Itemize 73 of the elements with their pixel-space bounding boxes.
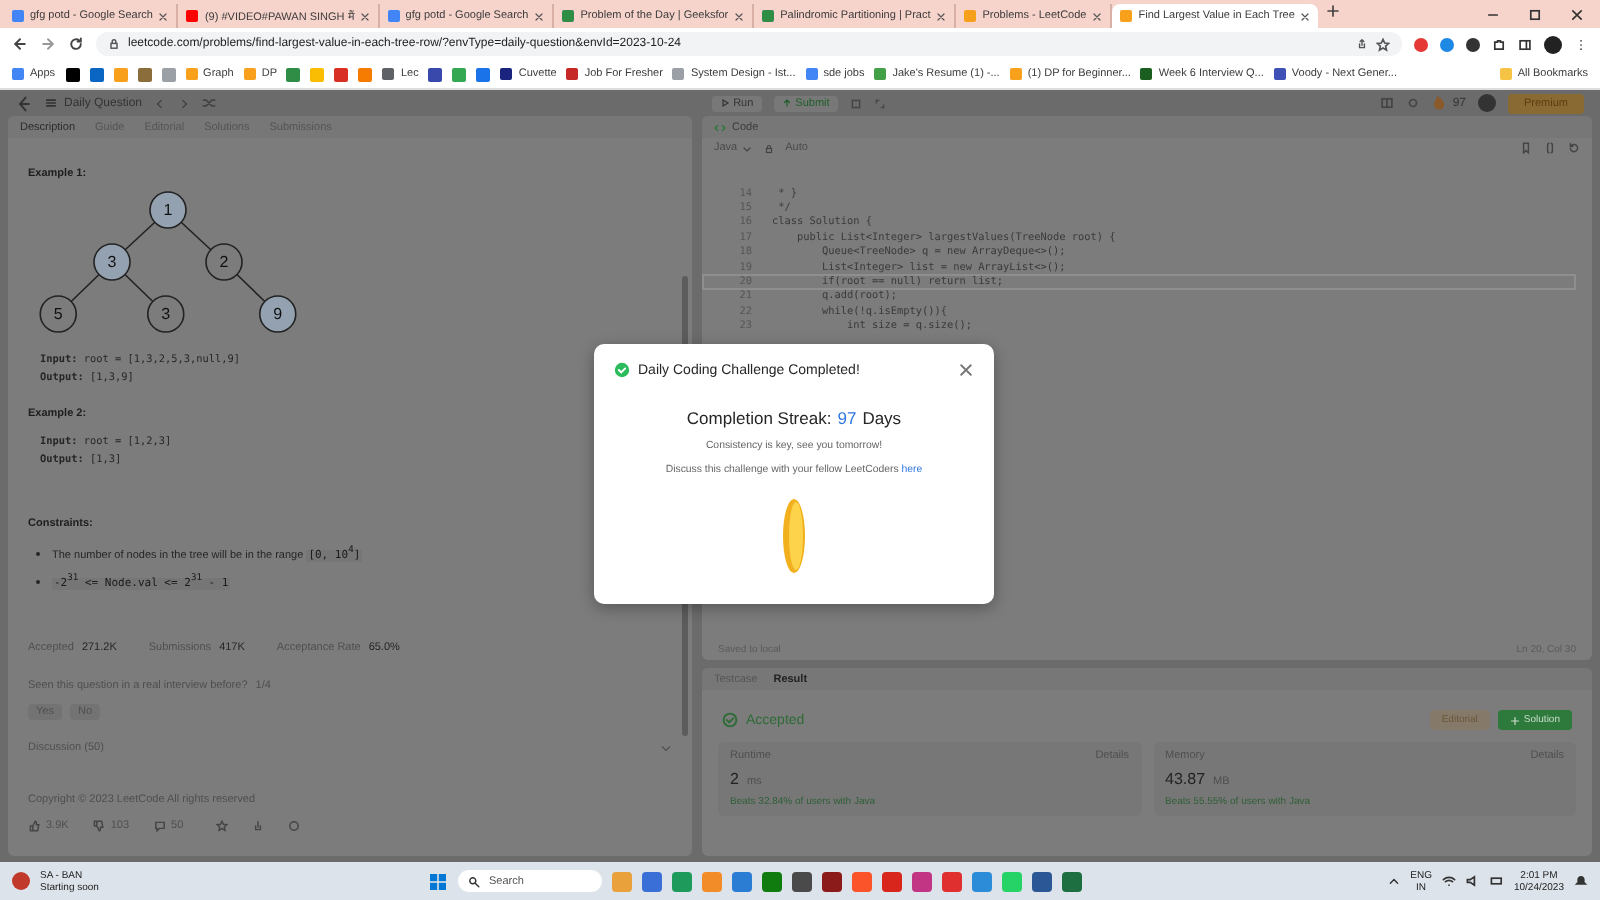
tree-node: 5 [39, 295, 78, 333]
new-tab-icon[interactable] [1326, 4, 1341, 18]
upload-icon [781, 98, 792, 108]
stat-value: 2 [730, 770, 739, 788]
reload-icon[interactable] [68, 36, 84, 52]
bookmark-icon[interactable] [428, 67, 443, 81]
close-icon[interactable] [1092, 11, 1103, 21]
windows-icon[interactable] [428, 871, 449, 891]
flame-icon [1432, 96, 1447, 110]
reset-icon[interactable] [1568, 142, 1580, 154]
app-icon[interactable] [1062, 871, 1083, 891]
star-icon[interactable] [1376, 37, 1390, 51]
lock-icon [108, 38, 120, 50]
close-icon[interactable] [1300, 11, 1311, 21]
close-icon[interactable] [936, 11, 947, 21]
folder-icon [1499, 68, 1512, 80]
app-icon[interactable] [882, 871, 903, 891]
tree-edge [70, 273, 100, 303]
tree-node: 2 [205, 243, 243, 281]
chevron-up-icon[interactable] [1388, 875, 1401, 887]
app-icon[interactable] [762, 871, 783, 891]
wifi-icon[interactable] [1441, 874, 1456, 888]
app-icon[interactable] [732, 871, 753, 891]
bell-icon[interactable] [1574, 874, 1588, 888]
forward-icon[interactable] [40, 36, 56, 52]
stat-value: 43.87 [1165, 770, 1206, 788]
sidebar-icon[interactable] [1518, 37, 1532, 51]
tree-node: 3 [93, 243, 131, 281]
close-icon[interactable] [359, 11, 370, 21]
thumbs-down-icon[interactable] [92, 819, 105, 832]
code-icon [714, 121, 726, 133]
app-icon[interactable] [792, 871, 813, 891]
check-circle-icon [722, 712, 738, 728]
tree-edge [236, 273, 266, 303]
close-icon[interactable] [958, 362, 974, 378]
comment-icon[interactable] [153, 819, 166, 832]
coin-drawing [782, 498, 806, 574]
back-icon[interactable] [12, 36, 28, 52]
restore-icon[interactable] [1528, 7, 1542, 21]
tree-node: 9 [258, 295, 297, 333]
bookmark-icon[interactable] [65, 67, 80, 81]
tree-node: 1 [149, 191, 187, 229]
close-icon[interactable] [158, 11, 169, 21]
profile-avatar[interactable] [1544, 35, 1562, 53]
streak-unit: Days [862, 408, 902, 428]
close-icon[interactable] [734, 11, 745, 21]
close-icon[interactable] [1570, 7, 1584, 21]
play-icon [719, 98, 730, 108]
lock-icon [763, 143, 774, 153]
speaker-icon[interactable] [1465, 874, 1480, 888]
close-icon[interactable] [534, 11, 545, 21]
list-icon [44, 96, 58, 110]
star-icon[interactable] [215, 819, 228, 832]
app-icon[interactable] [822, 871, 843, 891]
thumbs-up-icon[interactable] [28, 819, 40, 832]
tree-edge [124, 273, 154, 303]
app-icon[interactable] [642, 871, 663, 891]
more-icon[interactable] [1574, 37, 1588, 51]
tree-edge [180, 221, 212, 251]
app-icon[interactable] [942, 871, 963, 891]
streak-value: 97 [837, 408, 857, 428]
braces-icon[interactable] [1544, 142, 1556, 154]
battery-icon[interactable] [1489, 874, 1504, 888]
streak-label: Completion Streak: [686, 408, 832, 428]
check-circle-icon [614, 362, 630, 378]
chevron-down-icon [741, 143, 752, 153]
search-icon [468, 875, 481, 887]
app-icon[interactable] [912, 871, 933, 891]
app-icon[interactable] [1032, 871, 1053, 891]
plus-icon [1509, 715, 1520, 725]
leetcode-logo-icon[interactable] [16, 95, 32, 111]
tree-edge [124, 221, 156, 251]
tree-node: 3 [146, 295, 185, 333]
